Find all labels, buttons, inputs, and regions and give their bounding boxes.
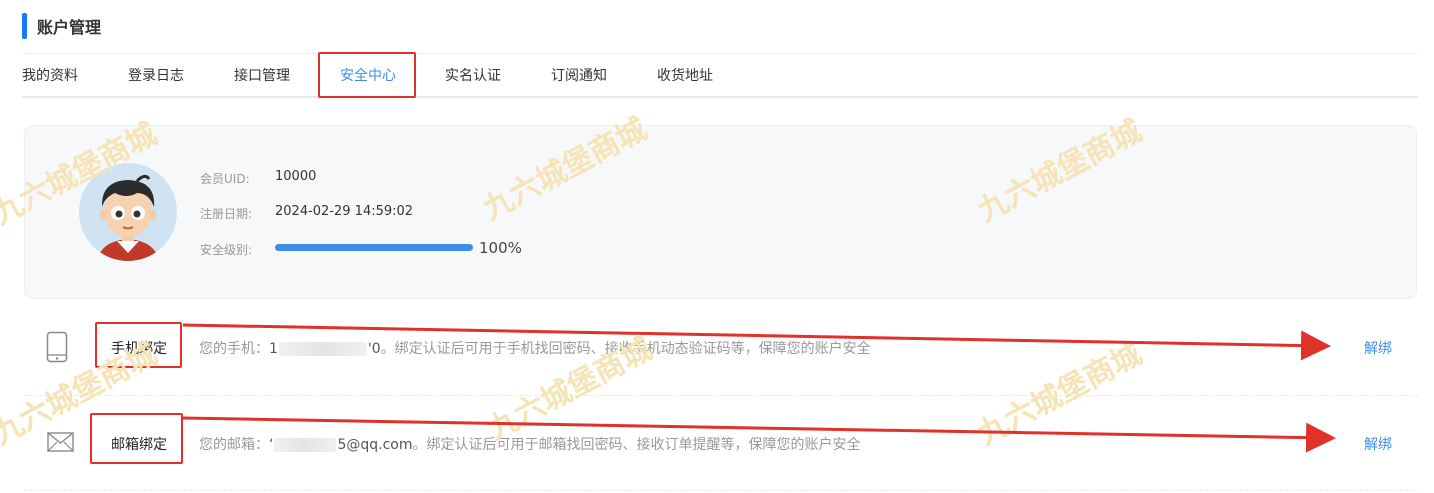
email-masked-end: 5@qq.com: [337, 437, 413, 453]
page-title: 账户管理: [37, 18, 102, 37]
email-title-annotation-box: [90, 413, 183, 464]
email-address-mask: [274, 438, 337, 452]
row-divider: [24, 395, 1418, 396]
tab-real-name-auth[interactable]: 实名认证: [445, 56, 501, 96]
tab-bar: 我的资料 登录日志 接口管理 安全中心 实名认证 订阅通知 收货地址: [22, 56, 1418, 96]
envelope-icon: [47, 432, 74, 452]
email-binding-description: 您的邮箱：‘ 5@qq.com。绑定认证后可用于邮箱找回密码、接收订单提醒等，保障…: [199, 434, 860, 454]
email-unbind-button[interactable]: 解绑: [1364, 434, 1392, 454]
register-date-label: 注册日期:: [200, 207, 253, 221]
uid-label: 会员UID:: [200, 172, 250, 186]
active-tab-annotation-box: [318, 52, 416, 98]
security-level-bar: [275, 244, 473, 251]
tab-login-log[interactable]: 登录日志: [128, 56, 184, 96]
header-accent-bar: [22, 13, 27, 39]
security-level-percent: 100%: [479, 239, 522, 257]
phone-icon: [46, 331, 68, 363]
email-desc-prefix: 您的邮箱：: [199, 437, 269, 453]
page-header: 账户管理: [22, 12, 101, 40]
avatar: [79, 163, 177, 261]
phone-number-mask: [278, 342, 367, 356]
security-level-fill: [275, 244, 473, 251]
tabs-divider: [22, 96, 1418, 98]
register-date-value: 2024-02-29 14:59:02: [275, 204, 414, 219]
phone-masked-end: '0: [367, 341, 381, 357]
phone-desc-suffix: 。绑定认证后可用于手机找回密码、接收手机动态验证码等，保障您的账户安全: [380, 341, 871, 357]
tab-shipping-address[interactable]: 收货地址: [657, 56, 713, 96]
email-desc-suffix: 。绑定认证后可用于邮箱找回密码、接收订单提醒等，保障您的账户安全: [412, 437, 861, 453]
phone-title-annotation-box: [95, 322, 182, 368]
security-level-label: 安全级别:: [200, 243, 253, 257]
tab-subscription-notice[interactable]: 订阅通知: [551, 56, 607, 96]
email-masked-start: ‘: [269, 437, 274, 453]
phone-binding-description: 您的手机：1 '0。绑定认证后可用于手机找回密码、接收手机动态验证码等，保障您的账…: [199, 338, 871, 358]
phone-masked-start: 1: [269, 341, 278, 357]
phone-unbind-button[interactable]: 解绑: [1364, 338, 1392, 358]
header-divider: [22, 53, 1418, 54]
uid-value: 10000: [275, 169, 317, 184]
tab-my-profile[interactable]: 我的资料: [22, 56, 78, 96]
phone-desc-prefix: 您的手机：: [199, 341, 269, 357]
tab-api-management[interactable]: 接口管理: [234, 56, 290, 96]
row-divider: [24, 490, 1418, 491]
